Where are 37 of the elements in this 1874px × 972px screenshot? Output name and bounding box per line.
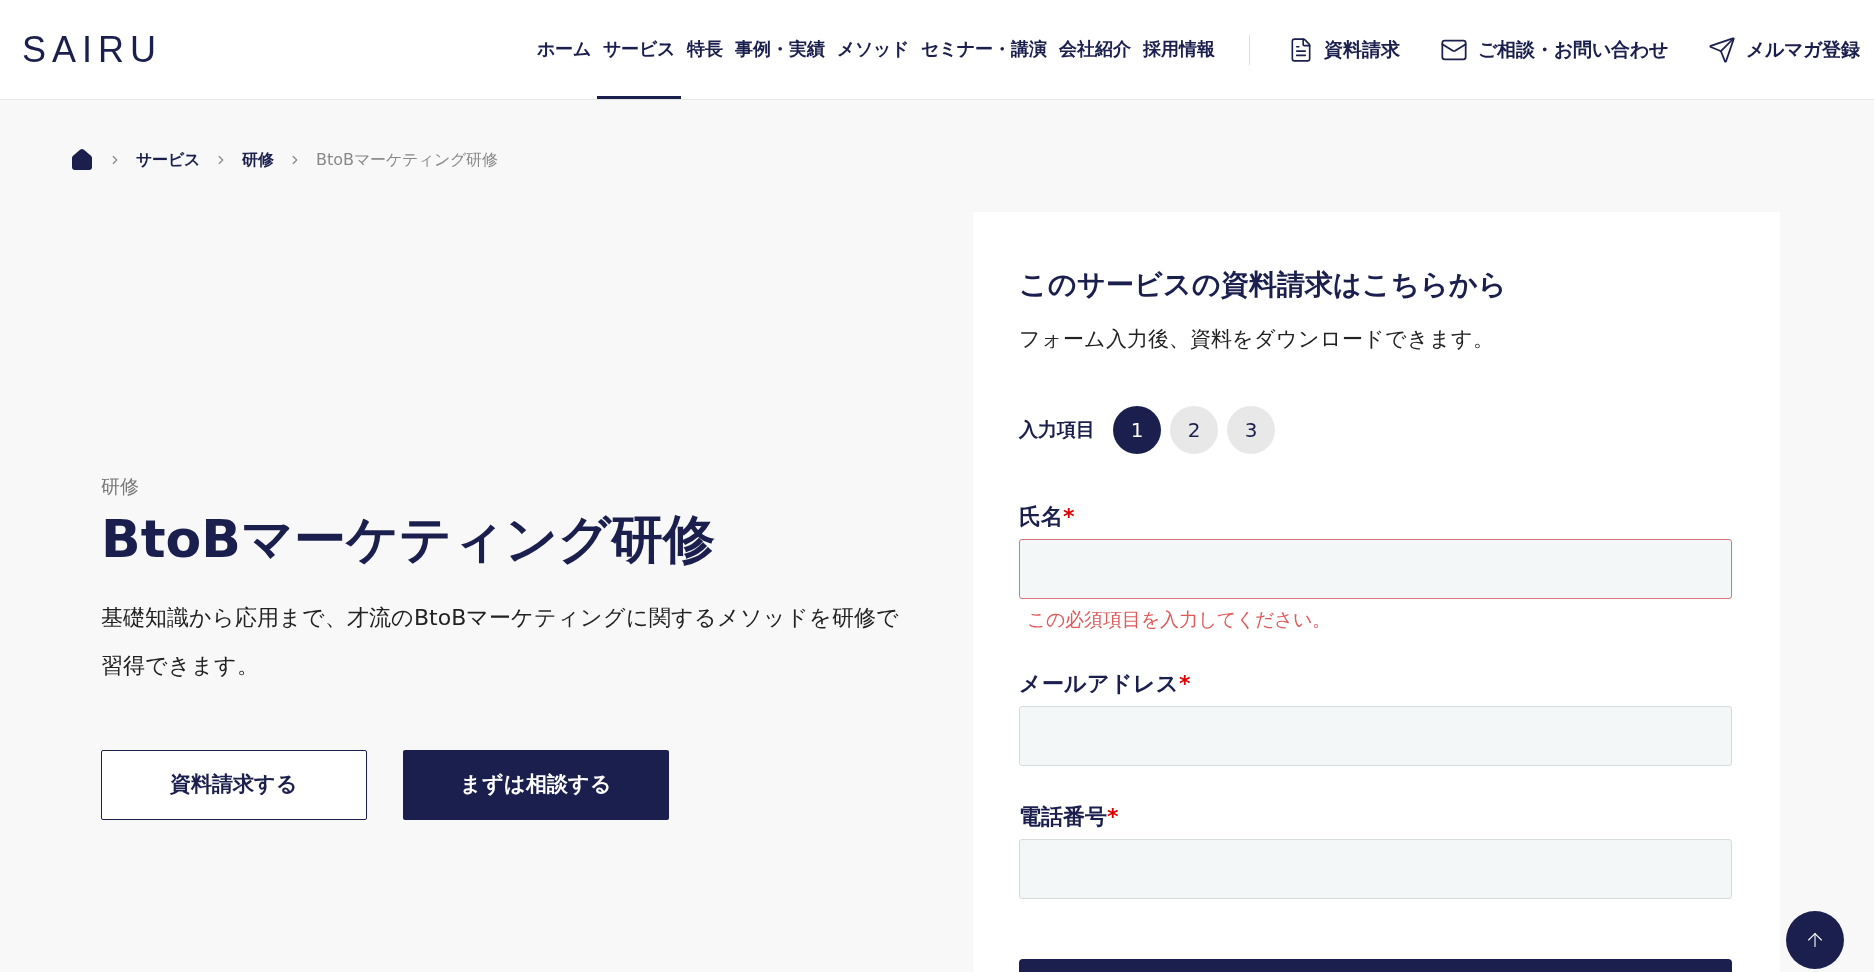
step-indicator: 2 bbox=[1170, 405, 1218, 454]
field-label: 電話番号 bbox=[1019, 803, 1107, 831]
nav-link[interactable]: 会社紹介 bbox=[1053, 0, 1137, 99]
field-label: 氏名 bbox=[1019, 502, 1063, 531]
paper-plane-icon bbox=[1708, 35, 1736, 64]
header-link[interactable]: 資料請求 bbox=[1288, 35, 1400, 64]
breadcrumb-link[interactable]: サービス bbox=[136, 148, 200, 172]
field-label: メールアドレス bbox=[1019, 670, 1179, 698]
cta-button[interactable]: 資料請求する bbox=[101, 749, 367, 820]
site-logo[interactable]: SAIRU bbox=[22, 22, 163, 77]
header-link[interactable]: ご相談・お問い合わせ bbox=[1440, 35, 1668, 64]
nav-link[interactable]: 事例・実績 bbox=[729, 0, 831, 99]
form-subtitle: フォーム入力後、資料をダウンロードできます。 bbox=[1019, 326, 1495, 353]
cta-button[interactable]: まずは相談する bbox=[403, 749, 669, 820]
home-icon[interactable] bbox=[70, 148, 94, 172]
nav-link[interactable]: 特長 bbox=[681, 0, 729, 99]
nav-link[interactable]: 採用情報 bbox=[1137, 0, 1221, 99]
description: 基礎知識から応用まで、才流のBtoBマーケティングに関するメソッドを研修で習得できます。 bbox=[101, 603, 901, 680]
breadcrumb-link[interactable]: 研修 bbox=[242, 148, 274, 172]
category-label: 研修 bbox=[101, 474, 140, 499]
step-indicator: 1 bbox=[1113, 405, 1161, 454]
steps-label: 入力項目 bbox=[1019, 417, 1095, 443]
required-mark: * bbox=[1063, 502, 1075, 531]
nav-link[interactable]: ホーム bbox=[531, 0, 597, 99]
scroll-top-button[interactable] bbox=[1786, 911, 1844, 969]
error-message: この必須項目を入力してください。 bbox=[1026, 606, 1332, 632]
form-title: このサービスの資料請求はこちらから bbox=[1019, 267, 1508, 303]
input-field[interactable] bbox=[1019, 538, 1732, 599]
nav-link[interactable]: サービス bbox=[597, 0, 681, 99]
header-link[interactable]: メルマガ登録 bbox=[1708, 35, 1860, 64]
nav-link[interactable]: メソッド bbox=[831, 0, 915, 99]
required-mark: * bbox=[1107, 803, 1119, 831]
current-page-label: BtoBマーケティング研修 bbox=[316, 149, 498, 171]
page-title: BtoBマーケティング研修 bbox=[101, 507, 716, 571]
step-indicator: 3 bbox=[1227, 405, 1275, 454]
nav-link[interactable]: セミナー・講演 bbox=[915, 0, 1053, 99]
required-mark: * bbox=[1179, 670, 1191, 698]
